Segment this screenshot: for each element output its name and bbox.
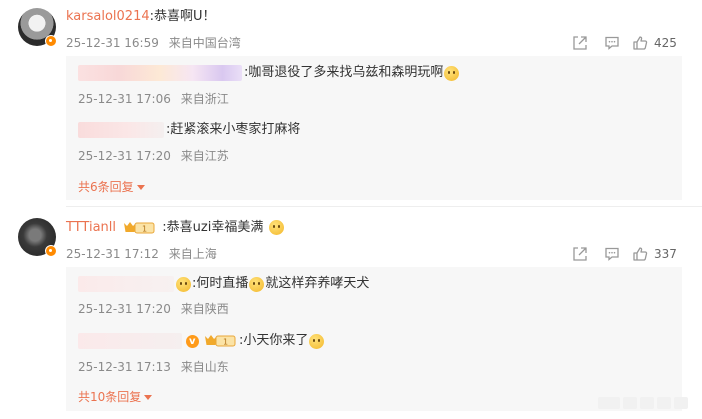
- share-icon[interactable]: [564, 245, 596, 263]
- reply-line: :咖哥退役了多来找乌兹和森明玩啊: [78, 64, 460, 82]
- reply-line: 1 :小天你来了: [78, 332, 325, 351]
- watermark: [598, 397, 688, 409]
- timestamp: 25-12-31 17:20: [78, 149, 171, 163]
- blurred-username: [78, 333, 182, 349]
- timestamp: 25-12-31 17:06: [78, 92, 171, 106]
- verified-icon: [45, 35, 57, 47]
- comment-item: karsalol0214:恭喜啊U！ 25-12-31 16:59 来自中国台湾…: [0, 0, 702, 200]
- like-icon[interactable]: [628, 245, 652, 263]
- comment-text: :恭喜uzi幸福美满: [162, 220, 264, 235]
- emoji-icon: [249, 276, 265, 292]
- location: 来自江苏: [180, 149, 229, 163]
- comment-line: TTTianll 1 :恭喜uzi幸福美满: [66, 219, 285, 237]
- blurred-username: [78, 122, 164, 138]
- badge-level: 1: [223, 338, 228, 347]
- crown-badge-icon: 1: [122, 220, 156, 236]
- reply-meta: 25-12-31 17:20 来自陕西: [78, 301, 229, 317]
- timestamp: 25-12-31 16:59: [66, 36, 159, 50]
- timestamp: 25-12-31 17:20: [78, 302, 171, 316]
- timestamp: 25-12-31 17:13: [78, 360, 171, 374]
- comment-actions: 425: [564, 34, 680, 52]
- comment-line: karsalol0214:恭喜啊U！: [66, 8, 216, 26]
- blurred-username: [78, 65, 242, 81]
- reply-meta: 25-12-31 17:06 来自浙江: [78, 91, 229, 107]
- more-replies-label: 共10条回复: [78, 390, 142, 404]
- like-count: 337: [654, 247, 677, 261]
- timestamp: 25-12-31 17:12: [66, 247, 159, 261]
- divider: [66, 206, 702, 207]
- username[interactable]: TTTianll: [66, 220, 116, 235]
- comment-meta: 25-12-31 16:59 来自中国台湾: [66, 35, 241, 51]
- location: 来自中国台湾: [168, 36, 241, 50]
- reply-text: 就这样弃养哮天犬: [265, 276, 370, 291]
- emoji-icon: [268, 220, 284, 235]
- location: 来自上海: [168, 247, 217, 261]
- emoji-icon: [309, 333, 325, 349]
- reply-text: :咖哥退役了多来找乌兹和森明玩啊: [244, 65, 444, 80]
- reply-box: :咖哥退役了多来找乌兹和森明玩啊 25-12-31 17:06 来自浙江 :赶紧…: [66, 56, 682, 200]
- reply-text: :小天你来了: [239, 333, 309, 348]
- chevron-down-icon: [144, 395, 153, 400]
- emoji-icon: [444, 65, 460, 81]
- location: 来自浙江: [180, 92, 229, 106]
- location: 来自陕西: [180, 302, 229, 316]
- location: 来自山东: [180, 360, 229, 374]
- comment-actions: 337: [564, 245, 680, 263]
- comment-item: TTTianll 1 :恭喜uzi幸福美满 25-12-31 17:12 来自上…: [0, 214, 702, 414]
- chevron-down-icon: [136, 185, 145, 190]
- reply-box: :何时直播 就这样弃养哮天犬 25-12-31 17:20 来自陕西 1 :小天…: [66, 267, 682, 411]
- comment-icon[interactable]: [596, 34, 628, 52]
- blurred-username: [78, 276, 174, 292]
- reply-line: :赶紧滚来小枣家打麻将: [78, 121, 300, 139]
- emoji-icon: [176, 276, 191, 292]
- share-icon[interactable]: [564, 34, 596, 52]
- crown-badge-icon: 1: [203, 333, 237, 349]
- comment-icon[interactable]: [596, 245, 628, 263]
- like-icon[interactable]: [628, 34, 652, 52]
- username[interactable]: karsalol0214: [66, 9, 150, 24]
- comment-meta: 25-12-31 17:12 来自上海: [66, 246, 217, 262]
- reply-meta: 25-12-31 17:13 来自山东: [78, 359, 229, 375]
- reply-line: :何时直播 就这样弃养哮天犬: [78, 275, 369, 293]
- badge-level: 1: [142, 224, 147, 233]
- more-replies-label: 共6条回复: [78, 180, 134, 194]
- comment-text: :恭喜啊U！: [149, 9, 216, 24]
- verified-icon: [45, 245, 57, 257]
- more-replies-link[interactable]: 共10条回复: [78, 389, 153, 405]
- reply-meta: 25-12-31 17:20 来自江苏: [78, 148, 229, 164]
- reply-text: :赶紧滚来小枣家打麻将: [166, 122, 301, 137]
- reply-text: :何时直播: [192, 276, 249, 291]
- like-count: 425: [654, 36, 677, 50]
- verified-icon: [186, 333, 199, 351]
- more-replies-link[interactable]: 共6条回复: [78, 179, 145, 195]
